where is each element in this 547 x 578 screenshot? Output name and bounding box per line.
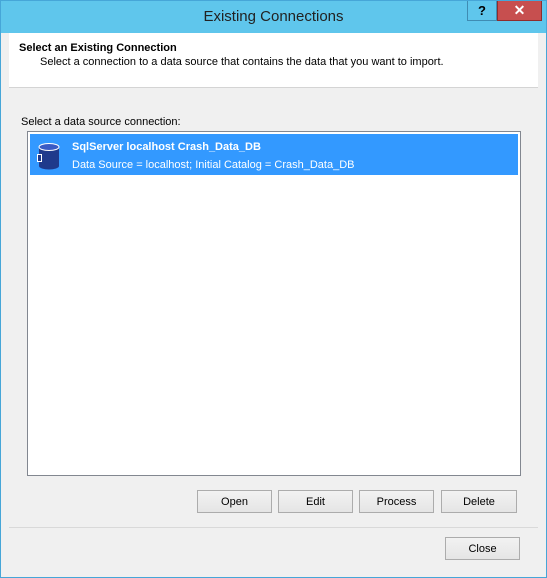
close-window-button[interactable]: ✕ — [497, 1, 542, 21]
help-button[interactable]: ? — [467, 1, 497, 21]
existing-connections-dialog: Existing Connections ? ✕ Select an Exist… — [0, 0, 547, 578]
header-panel: Select an Existing Connection Select a c… — [9, 33, 538, 88]
header-title: Select an Existing Connection — [19, 42, 177, 54]
close-button[interactable]: Close — [445, 537, 520, 560]
connection-list[interactable]: SqlServer localhost Crash_Data_DB Data S… — [27, 131, 521, 476]
delete-button[interactable]: Delete — [441, 490, 517, 513]
database-icon — [37, 143, 60, 170]
connection-list-label: Select a data source connection: — [21, 116, 181, 128]
connection-list-item[interactable]: SqlServer localhost Crash_Data_DB Data S… — [30, 134, 518, 175]
title-bar[interactable]: Existing Connections ? ✕ — [1, 1, 546, 33]
connection-name: SqlServer localhost Crash_Data_DB — [72, 141, 261, 153]
footer-separator — [9, 527, 538, 528]
connection-detail: Data Source = localhost; Initial Catalog… — [72, 159, 355, 171]
process-button[interactable]: Process — [359, 490, 434, 513]
edit-button[interactable]: Edit — [278, 490, 353, 513]
window-title: Existing Connections — [203, 8, 344, 25]
close-icon: ✕ — [513, 2, 526, 18]
open-button[interactable]: Open — [197, 490, 272, 513]
header-description: Select a connection to a data source tha… — [40, 56, 444, 68]
